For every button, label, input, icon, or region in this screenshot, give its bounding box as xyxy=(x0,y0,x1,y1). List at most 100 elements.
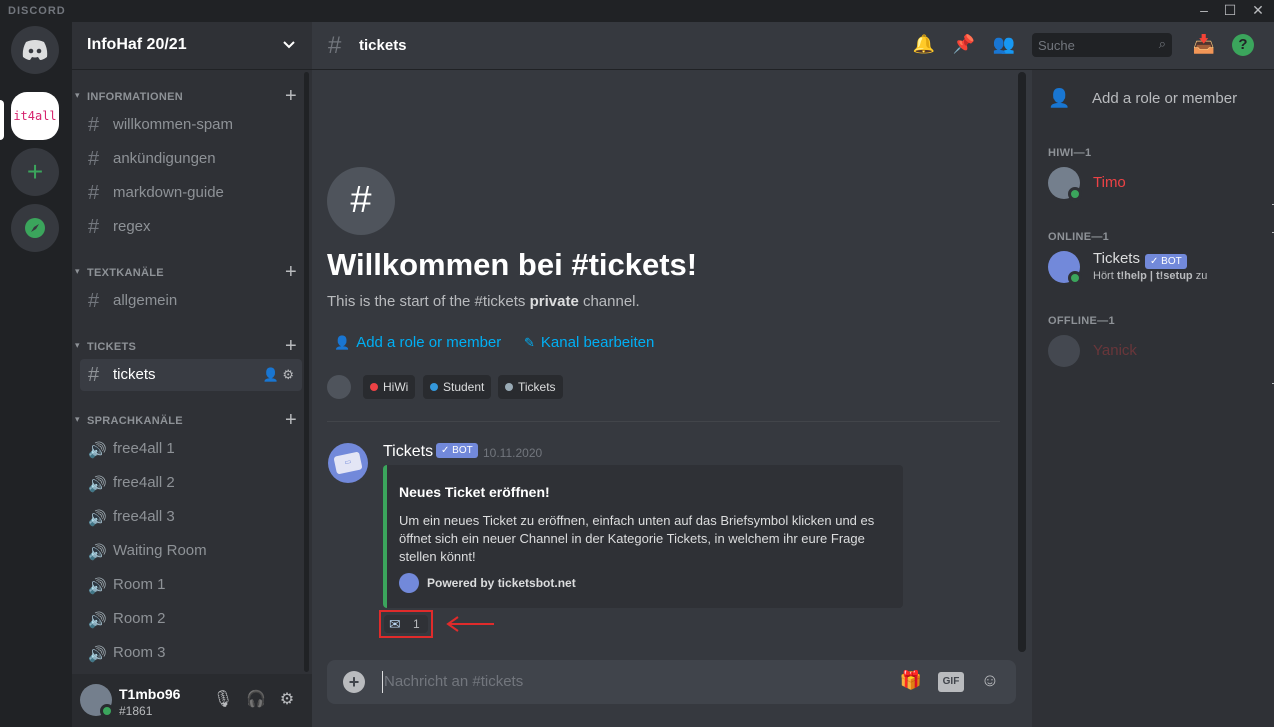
chevron-down-icon: ▾ xyxy=(75,266,80,276)
discord-logo-icon xyxy=(22,40,48,60)
edit-channel-link[interactable]: ✎ Kanal bearbeiten xyxy=(524,334,654,351)
category-label: INFORMATIONEN xyxy=(87,91,183,103)
role-color-dot xyxy=(430,383,438,391)
create-channel-icon[interactable]: + xyxy=(285,261,297,284)
gear-icon[interactable]: ⚙ xyxy=(282,367,294,382)
category-informationen[interactable]: ▾ INFORMATIONEN + xyxy=(75,85,305,108)
search-input[interactable]: Suche ⌕ xyxy=(1032,33,1172,57)
server-list: it4all + xyxy=(0,22,72,727)
inbox-icon[interactable]: 📥 xyxy=(1192,34,1216,58)
server-it4all[interactable]: it4all xyxy=(11,92,59,140)
category-label: TEXTKANÄLE xyxy=(87,267,164,279)
mute-microphone-icon[interactable]: 🎙 xyxy=(211,689,235,713)
server-header[interactable]: InfoHaf 20/21 xyxy=(72,22,312,70)
channel-tickets[interactable]: # tickets 👤 ⚙ xyxy=(80,359,302,391)
active-server-pill xyxy=(0,100,4,140)
voice-channel-room-2[interactable]: 🔊 Room 2 xyxy=(80,603,302,635)
home-button[interactable] xyxy=(11,26,59,74)
envelope-reaction[interactable]: ✉ 1 xyxy=(384,615,428,633)
user-settings-gear-icon[interactable]: ⚙ xyxy=(275,689,299,713)
category-sprachkanaele[interactable]: ▾ SPRACHKANÄLE + xyxy=(75,409,305,432)
add-role-or-member-link[interactable]: 👤 Add a role or member xyxy=(334,334,501,351)
scrollbar-thumb[interactable] xyxy=(1018,72,1026,652)
add-server-button[interactable]: + xyxy=(11,148,59,196)
voice-channel-waiting-room[interactable]: 🔊 Waiting Room xyxy=(80,535,302,567)
channel-allgemein[interactable]: # allgemein xyxy=(80,285,302,317)
create-channel-icon[interactable]: + xyxy=(285,409,297,432)
member-group-header: OFFLINE—1 xyxy=(1048,315,1115,327)
maximize-icon[interactable]: ☐ xyxy=(1216,0,1244,22)
gift-icon[interactable]: 🎁 xyxy=(899,670,923,694)
member-name: Yanick xyxy=(1093,342,1137,359)
deafen-headphones-icon[interactable]: 🎧 xyxy=(244,689,268,713)
role-chip-student[interactable]: Student xyxy=(423,375,492,399)
notification-bell-icon[interactable]: 🔔 xyxy=(912,34,936,58)
online-status-icon xyxy=(1068,271,1082,285)
search-icon: ⌕ xyxy=(1158,36,1166,51)
ticketsbot-logo-icon xyxy=(399,573,419,593)
envelope-icon: ✉ xyxy=(389,616,401,632)
discord-logo-icon xyxy=(327,375,351,399)
avatar[interactable]: ▭ xyxy=(328,443,368,483)
pencil-icon: ✎ xyxy=(524,335,535,350)
member-list-icon[interactable]: 👥 xyxy=(992,34,1016,58)
activity-commands: t!help | t!setup xyxy=(1116,270,1193,282)
activity-prefix: Hört xyxy=(1093,270,1117,282)
channel-ankuendigungen[interactable]: # ankündigungen xyxy=(80,143,302,175)
welcome-subtitle-start: This is the start of the #tickets xyxy=(327,293,530,310)
channel-willkommen-spam[interactable]: # willkommen-spam xyxy=(80,109,302,141)
channel-markdown-guide[interactable]: # markdown-guide xyxy=(80,177,302,209)
channel-label: regex xyxy=(113,218,151,235)
voice-channel-free4all-2[interactable]: 🔊 free4all 2 xyxy=(80,467,302,499)
voice-channel-free4all-3[interactable]: 🔊 free4all 3 xyxy=(80,501,302,533)
hash-icon: # xyxy=(88,182,100,204)
message-composer[interactable]: + Nachricht an #tickets 🎁 GIF ☺ xyxy=(327,660,1016,704)
message-author[interactable]: Tickets xyxy=(383,443,433,461)
upload-plus-icon[interactable]: + xyxy=(343,671,365,693)
add-member-icon: 👤 xyxy=(1048,88,1071,108)
speaker-icon: 🔊 xyxy=(88,510,107,527)
embed-footer: Powered by ticketsbot.net xyxy=(427,576,576,590)
channel-regex[interactable]: # regex xyxy=(80,211,302,243)
create-channel-icon[interactable]: + xyxy=(285,85,297,108)
category-tickets[interactable]: ▾ TICKETS + xyxy=(75,335,305,358)
message-timestamp: 10.11.2020 xyxy=(483,446,543,460)
member-name: Timo xyxy=(1093,174,1126,191)
close-icon[interactable]: ✕ xyxy=(1244,0,1272,22)
add-role-or-member-button[interactable]: 👤 Add a role or member xyxy=(1048,88,1268,112)
locked-speaker-icon: 🔊 xyxy=(88,578,107,595)
messages-scrollbar[interactable] xyxy=(1018,72,1026,652)
channel-label: free4all 1 xyxy=(113,440,175,457)
voice-channel-free4all-1[interactable]: 🔊 free4all 1 xyxy=(80,433,302,465)
create-channel-icon[interactable]: + xyxy=(285,335,297,358)
bot-badge: ✓ BOT xyxy=(1145,254,1187,269)
search-placeholder: Suche xyxy=(1038,38,1075,53)
link-label: Kanal bearbeiten xyxy=(540,334,655,351)
voice-channel-room-1[interactable]: 🔊 Room 1 xyxy=(80,569,302,601)
embed-description: Um ein neues Ticket zu eröffnen, einfach… xyxy=(399,513,875,564)
gif-button[interactable]: GIF xyxy=(938,672,964,692)
minimize-icon[interactable]: – xyxy=(1190,0,1218,22)
invite-member-icon[interactable]: 👤 xyxy=(263,367,279,382)
role-chip-tickets[interactable]: Tickets xyxy=(498,375,563,399)
message-embed: Neues Ticket eröffnen! Um ein neues Tick… xyxy=(383,465,903,608)
user-panel: T1mbo96 #1861 🎙 🎧 ⚙ xyxy=(72,674,312,727)
member-timo[interactable]: Timo xyxy=(1048,163,1268,203)
help-icon[interactable]: ? xyxy=(1232,34,1254,56)
avatar xyxy=(1048,335,1080,367)
member-group-header: ONLINE—1 xyxy=(1048,231,1110,243)
member-list: 👤 Add a role or member HIWI—1 Timo ONLIN… xyxy=(1032,70,1274,727)
role-chip-hiwi[interactable]: HiWi xyxy=(363,375,416,399)
sidebar-scrollbar[interactable] xyxy=(304,72,309,672)
locked-hash-icon: # xyxy=(88,364,100,386)
channel-label: ankündigungen xyxy=(113,150,216,167)
role-color-dot xyxy=(370,383,378,391)
pin-icon[interactable]: 📌 xyxy=(952,34,976,58)
explore-servers-button[interactable] xyxy=(11,204,59,252)
emoji-icon[interactable]: ☺ xyxy=(978,670,1002,694)
member-yanick[interactable]: Yanick xyxy=(1048,331,1268,371)
member-tickets[interactable]: Tickets ✓ BOT Hört t!help | t!setup zu xyxy=(1048,247,1268,287)
voice-channel-room-3[interactable]: 🔊 Room 3 xyxy=(80,637,302,669)
reaction-highlight-box: ✉ 1 xyxy=(379,610,433,638)
category-textkanaele[interactable]: ▾ TEXTKANÄLE + xyxy=(75,261,305,284)
